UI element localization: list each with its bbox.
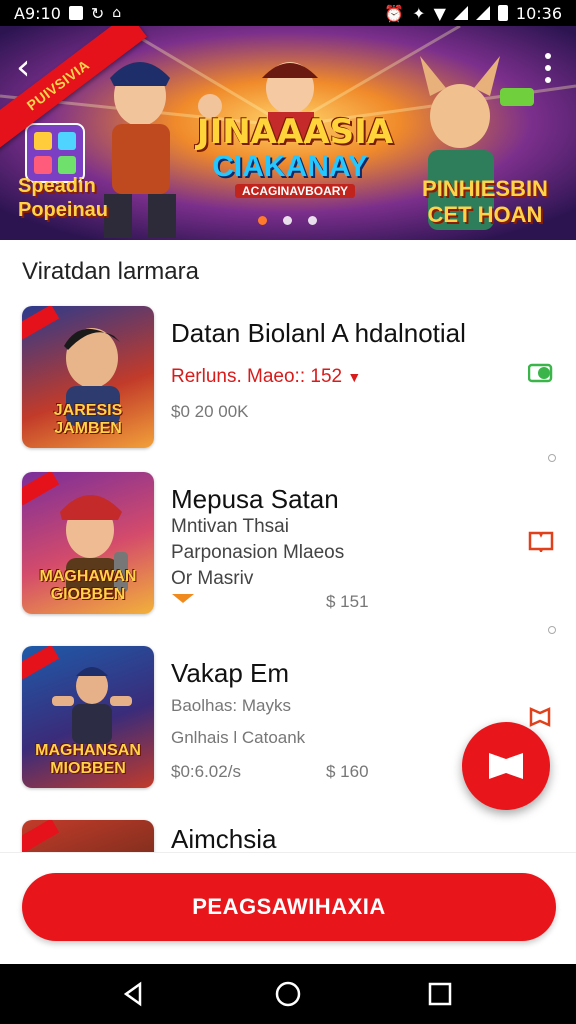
caret-down-icon (172, 594, 194, 603)
signal-2-icon (475, 6, 490, 20)
status-time-left: A9:10 (14, 3, 61, 23)
more-dot-icon (545, 77, 551, 83)
thumb-label: MAGHANSAN MIOBBEN (35, 742, 141, 777)
item-price: $ 151 (326, 592, 369, 611)
banner-left-text: Speadin Popeinau (18, 175, 109, 221)
item-detail-3: Or Masriv (171, 568, 254, 589)
carousel-dots[interactable] (258, 216, 317, 225)
book-icon[interactable] (528, 530, 554, 552)
item-title[interactable]: Vakap Em (171, 658, 289, 689)
section-title: Viratdan larmara (22, 258, 199, 285)
battery-icon (497, 5, 508, 21)
game-thumbnail[interactable]: MAGHAWAN GIOBBEN (22, 472, 154, 614)
triangle-back-icon[interactable] (118, 978, 150, 1010)
thumb-corner-badge (22, 820, 60, 852)
more-options-button[interactable] (538, 50, 558, 86)
square-recents-icon[interactable] (424, 978, 456, 1010)
sync-icon: ↻ (90, 3, 105, 23)
wifi-icon: ▼ (433, 3, 446, 23)
item-detail-2: Parponasion Mlaeos (171, 542, 345, 563)
item-detail: Baolhas: Mayks (171, 696, 291, 715)
more-dot-icon (545, 53, 551, 59)
thumb-label: MAGHAWAN GIOBBEN (39, 568, 137, 603)
list-item[interactable]: MAGHAWAN GIOBBEN Mepusa Satan Mntivan Th… (0, 466, 576, 634)
system-navigation-bar (0, 964, 576, 1024)
item-detail: Mntivan Thsai (171, 516, 289, 537)
indicator-dot (548, 626, 556, 634)
list-item[interactable]: Aimchsia (0, 814, 576, 852)
item-title[interactable]: Aimchsia (171, 824, 276, 852)
banner-subtitle: CIAKANAY (212, 150, 368, 183)
list-item[interactable]: JARESIS JAMBEN Datan Biolanl A hdalnotia… (0, 300, 576, 462)
item-detail-3: $0:6.02/s (171, 762, 241, 781)
bottom-action-bar: PEAGSAWIHAXIA (0, 852, 576, 965)
carousel-dot[interactable] (308, 216, 317, 225)
vibrate-icon: ✦ (412, 3, 426, 23)
floating-action-button[interactable] (462, 722, 550, 810)
signal-icon (453, 6, 468, 20)
carousel-dot[interactable] (283, 216, 292, 225)
item-detail-2: $0 20 00K (171, 402, 249, 421)
flag-icon[interactable] (528, 706, 554, 728)
circle-home-icon[interactable] (272, 978, 304, 1010)
thumb-label: JARESIS JAMBEN (53, 402, 123, 437)
back-arrow-icon: ‹ (16, 47, 31, 88)
chat-bubble-icon[interactable] (528, 362, 554, 384)
game-thumbnail[interactable]: MAGHANSAN MIOBBEN (22, 646, 154, 788)
more-dot-icon (545, 65, 551, 71)
notification-icon (68, 6, 83, 20)
back-button[interactable]: ‹ (16, 48, 56, 88)
status-clock: 10:36 (515, 3, 562, 23)
item-detail: Rerluns. Maeo:: 152 ▼ (171, 366, 361, 388)
indicator-dot (548, 454, 556, 462)
caret-down-icon: ▼ (347, 369, 362, 385)
item-detail-text: Rerluns. Maeo:: 152 (171, 366, 343, 387)
item-title[interactable]: Datan Biolanl A hdalnotial (171, 318, 466, 349)
alarm-icon: ⏰ (384, 3, 405, 23)
item-price: $ 160 (326, 762, 369, 781)
banner-tag: ACAGINAVBOARY (235, 184, 355, 198)
primary-cta-button[interactable]: PEAGSAWIHAXIA (22, 873, 556, 941)
banner-right-text: PINHIESBIN CET HOAN (422, 176, 548, 227)
app-icon: ⌂ (112, 5, 122, 21)
game-thumbnail[interactable] (22, 820, 154, 852)
game-thumbnail[interactable]: JARESIS JAMBEN (22, 306, 154, 448)
carousel-dot[interactable] (258, 216, 267, 225)
banner-title: JINAAASIA (196, 112, 394, 152)
flag-icon (489, 753, 523, 779)
promo-banner[interactable]: PUIVSIVIA ‹ JINAAASIA CIAKANAY ACAGINAVB… (0, 26, 576, 240)
item-title[interactable]: Mepusa Satan (171, 484, 339, 515)
status-bar: A9:10 ↻ ⌂ ⏰ ✦ ▼ 10:36 (0, 0, 576, 26)
item-detail-2: Gnlhais l Catoank (171, 728, 306, 747)
